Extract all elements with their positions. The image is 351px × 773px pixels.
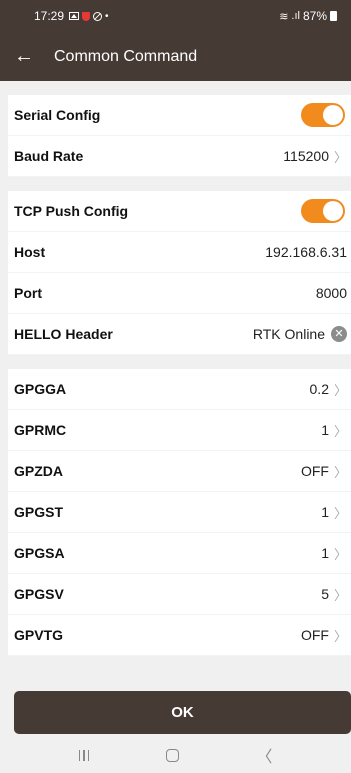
nmea-value-wrap: 5 〉	[321, 585, 347, 604]
nmea-row[interactable]: GPGSA 1 〉	[8, 533, 351, 574]
hello-header-label: HELLO Header	[14, 326, 113, 342]
dot-icon: •	[105, 10, 109, 22]
chevron-right-icon: 〉	[333, 505, 347, 521]
nmea-value: 0.2	[309, 381, 329, 397]
nmea-row[interactable]: GPGST 1 〉	[8, 492, 351, 533]
page-title: Common Command	[54, 47, 198, 65]
nmea-label: GPGST	[14, 504, 64, 520]
settings-list: Serial Config Baud Rate 115200 〉 TCP Pus…	[8, 81, 351, 656]
tcp-push-config-label: TCP Push Config	[14, 203, 129, 219]
toggle-knob	[323, 201, 343, 221]
nmea-output-list: GPGGA 0.2 〉 GPRMC 1 〉 GPZDA OFF 〉 GPGST 1 〉 …	[8, 369, 351, 656]
tcp-push-config-row: TCP Push Config	[8, 191, 351, 232]
chevron-right-icon: 〉	[333, 423, 347, 439]
blocked-icon	[93, 11, 103, 21]
chevron-right-icon: 〉	[333, 587, 347, 603]
battery-percent: 87%	[302, 9, 327, 23]
nmea-row[interactable]: GPRMC 1 〉	[8, 410, 351, 451]
host-row[interactable]: Host 192.168.6.31	[8, 232, 351, 273]
chevron-right-icon: 〉	[333, 149, 347, 165]
baud-rate-value-wrap: 115200 〉	[283, 147, 347, 166]
gallery-icon	[69, 12, 80, 20]
baud-rate-row[interactable]: Baud Rate 115200 〉	[8, 136, 351, 177]
shield-icon	[82, 11, 91, 21]
nmea-row[interactable]: GPZDA OFF 〉	[8, 451, 351, 492]
ok-button[interactable]: OK	[14, 691, 351, 734]
serial-config-label: Serial Config	[14, 107, 101, 123]
chevron-right-icon: 〉	[333, 464, 347, 480]
port-value[interactable]: 8000	[316, 285, 347, 301]
nmea-label: GPGSV	[14, 586, 64, 602]
battery-icon	[330, 11, 337, 21]
nmea-value-wrap: 1 〉	[321, 421, 347, 440]
hello-header-value[interactable]: RTK Online	[253, 326, 325, 342]
chevron-right-icon: 〉	[333, 628, 347, 644]
port-row[interactable]: Port 8000	[8, 273, 351, 314]
nmea-row[interactable]: GPVTG OFF 〉	[8, 615, 351, 656]
hello-header-value-wrap: RTK Online ✕	[253, 326, 347, 342]
app-bar: ← Common Command	[0, 32, 351, 81]
back-arrow-icon[interactable]: ←	[0, 32, 48, 81]
serial-config-row: Serial Config	[8, 95, 351, 136]
toggle-knob	[323, 105, 343, 125]
status-bar: 17:29 • ≋ .ıl 87%	[0, 0, 351, 32]
baud-rate-value: 115200	[283, 148, 329, 164]
port-label: Port	[14, 285, 42, 301]
nmea-value-wrap: 1 〉	[321, 503, 347, 522]
nmea-label: GPZDA	[14, 463, 63, 479]
nmea-value: OFF	[300, 627, 329, 643]
nmea-value: 5	[321, 586, 329, 602]
nmea-row[interactable]: GPGGA 0.2 〉	[8, 369, 351, 410]
nmea-value: 1	[321, 545, 329, 561]
nmea-label: GPVTG	[14, 627, 64, 643]
section-divider	[8, 81, 351, 95]
host-label: Host	[14, 244, 46, 260]
section-divider	[8, 177, 351, 191]
nmea-label: GPRMC	[14, 422, 67, 438]
nmea-value: 1	[321, 504, 329, 520]
nmea-value-wrap: 0.2 〉	[310, 380, 347, 399]
wifi-icon: ≋	[279, 10, 289, 23]
nmea-value-wrap: 1 〉	[321, 544, 347, 563]
clear-icon[interactable]: ✕	[331, 326, 347, 342]
section-divider	[8, 355, 351, 369]
nmea-value: OFF	[300, 463, 329, 479]
recents-icon[interactable]	[78, 749, 90, 761]
tcp-push-config-toggle[interactable]	[301, 199, 345, 223]
serial-config-toggle[interactable]	[301, 103, 345, 127]
hello-header-row[interactable]: HELLO Header RTK Online ✕	[8, 314, 351, 355]
chevron-right-icon: 〉	[333, 546, 347, 562]
nmea-label: GPGGA	[14, 381, 67, 397]
host-value[interactable]: 192.168.6.31	[265, 244, 347, 260]
baud-rate-label: Baud Rate	[14, 148, 84, 164]
nmea-value-wrap: OFF 〉	[301, 462, 347, 481]
nmea-value-wrap: OFF 〉	[301, 626, 347, 645]
home-icon[interactable]	[166, 748, 180, 762]
system-nav-bar: 〈	[0, 737, 351, 773]
nmea-value: 1	[321, 422, 329, 438]
nmea-row[interactable]: GPGSV 5 〉	[8, 574, 351, 615]
signal-icon: .ıl	[291, 10, 300, 22]
status-time: 17:29	[34, 9, 65, 23]
back-chevron-icon[interactable]: 〈	[256, 743, 272, 767]
notification-icons: •	[69, 11, 109, 22]
system-icons: ≋ .ıl 87%	[279, 9, 337, 23]
chevron-right-icon: 〉	[333, 382, 347, 398]
nmea-label: GPGSA	[14, 545, 65, 561]
